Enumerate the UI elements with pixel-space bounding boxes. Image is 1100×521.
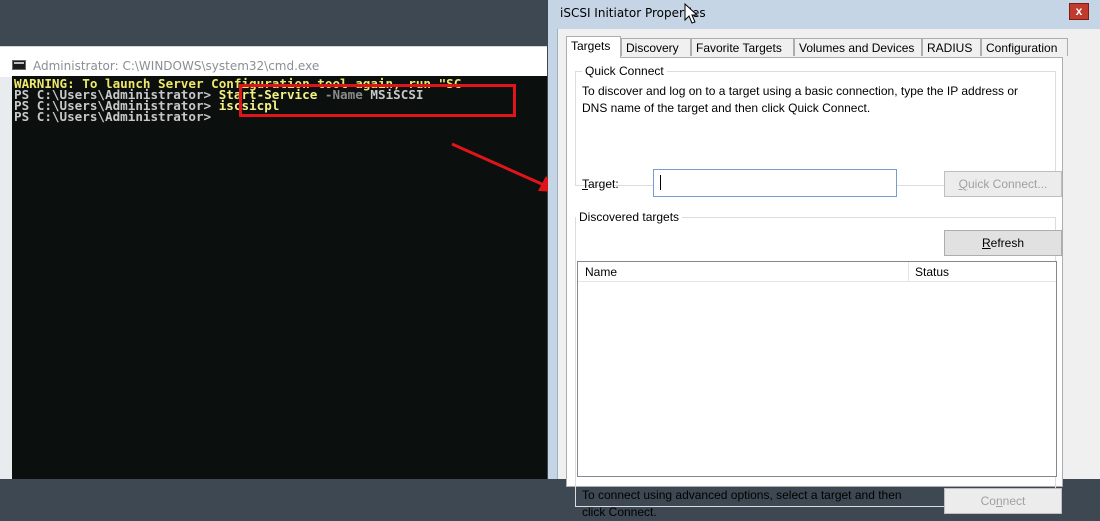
connect-button-pre: Co xyxy=(980,494,996,508)
tab-configuration[interactable]: Configuration xyxy=(981,38,1068,56)
quick-connect-description-line2: DNS name of the target and then click Qu… xyxy=(582,101,871,115)
target-label-rest: arget: xyxy=(588,177,619,191)
dialog-body: Targets Discovery Favorite Targets Volum… xyxy=(557,29,1100,519)
discovered-targets-list[interactable]: Name Status xyxy=(577,261,1057,477)
refresh-accesskey: R xyxy=(981,236,991,250)
column-divider[interactable] xyxy=(908,262,909,281)
discovered-targets-label: Discovered targets xyxy=(576,210,683,224)
column-header-name[interactable]: Name xyxy=(585,265,617,279)
tab-radius[interactable]: RADIUS xyxy=(922,38,981,56)
refresh-button[interactable]: Refresh xyxy=(944,230,1062,256)
command-highlight-box xyxy=(239,84,516,117)
connect-accesskey: n xyxy=(995,494,1003,508)
tab-discovery[interactable]: Discovery xyxy=(621,38,691,56)
list-header: Name Status xyxy=(578,262,1056,282)
advanced-connect-text-line1: To connect using advanced options, selec… xyxy=(582,488,902,502)
quick-connect-description-line1: To discover and log on to a target using… xyxy=(582,84,1019,98)
text-caret xyxy=(660,175,661,190)
quick-connect-label: Quick Connect xyxy=(582,64,667,78)
quick-connect-button-rest: uick Connect... xyxy=(967,177,1048,191)
cmd-window-title: Administrator: C:\WINDOWS\system32\cmd.e… xyxy=(33,59,320,73)
tab-favorite-targets[interactable]: Favorite Targets xyxy=(691,38,794,56)
tab-volumes-and-devices[interactable]: Volumes and Devices xyxy=(794,38,922,56)
column-header-status[interactable]: Status xyxy=(915,265,949,279)
target-label: Target: xyxy=(582,176,619,193)
close-button[interactable]: x xyxy=(1069,3,1089,20)
quick-connect-accesskey: Q xyxy=(958,177,968,191)
tab-targets[interactable]: Targets xyxy=(566,36,621,58)
connect-button[interactable]: Connect xyxy=(944,488,1062,514)
advanced-connect-text-line2: click Connect. xyxy=(582,505,657,519)
console-line-prompt: PS C:\Users\Administrator> xyxy=(14,109,212,124)
cmd-titlebar[interactable]: Administrator: C:\WINDOWS\system32\cmd.e… xyxy=(0,46,547,77)
connect-button-post: nect xyxy=(1002,494,1026,508)
targets-tab-panel: Quick Connect To discover and log on to … xyxy=(566,57,1063,519)
cmd-window[interactable]: Administrator: C:\WINDOWS\system32\cmd.e… xyxy=(0,46,547,479)
cmd-console-icon xyxy=(12,60,26,70)
iscsi-initiator-dialog[interactable]: iSCSI Initiator Properties x Targets Dis… xyxy=(548,0,1100,519)
refresh-button-rest: efresh xyxy=(990,236,1025,250)
quick-connect-button[interactable]: Quick Connect... xyxy=(944,171,1062,197)
mouse-pointer-icon xyxy=(684,3,698,24)
target-input[interactable] xyxy=(653,169,897,197)
